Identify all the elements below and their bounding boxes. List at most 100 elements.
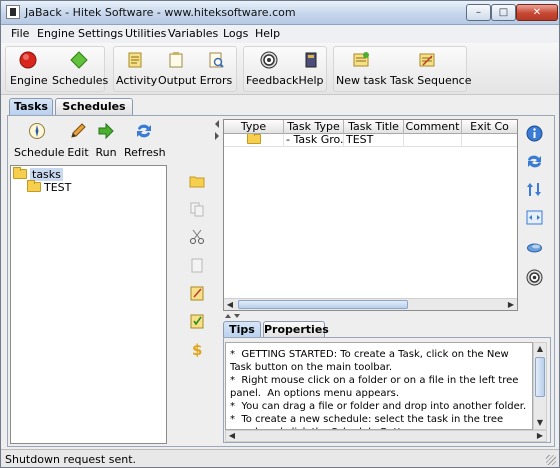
collapse-right-icon[interactable] [213,130,221,142]
refresh-button[interactable]: Refresh [124,122,166,159]
schedule-button[interactable]: Schedule [14,122,65,159]
toolbar-group-tasks: New task Task Sequence [333,46,472,92]
cell-task-title: TEST [344,134,404,147]
resize-grip-icon[interactable] [546,455,556,465]
tips-text-area[interactable]: * GETTING STARTED: To create a Task, cli… [225,342,533,430]
help-book-icon [305,52,317,68]
maximize-button[interactable]: □ [491,4,516,21]
edit-label: Edit [67,146,89,159]
eraser-icon[interactable] [526,239,543,256]
column-header-task-type[interactable]: Task Type [284,120,344,134]
errors-search-icon [209,52,224,68]
vertical-splitter-icon[interactable] [223,312,243,320]
menu-engine[interactable]: Engine [37,27,75,40]
column-header-comment[interactable]: Comment [404,120,462,134]
feedback-ring-icon [260,51,278,69]
help-button[interactable]: Help [298,51,324,91]
scroll-right-icon[interactable]: ▶ [535,431,545,441]
schedules-button[interactable]: Schedules [52,51,109,91]
sort-arrows-icon[interactable] [526,181,543,198]
menu-utilities[interactable]: Utilities [125,27,166,40]
info-icon[interactable] [526,125,543,142]
tips-vertical-scrollbar[interactable]: ▲ ▼ [533,342,547,430]
tab-properties[interactable]: Properties [263,321,329,338]
errors-button[interactable]: Errors [198,51,234,91]
activity-log-icon [128,52,142,68]
toolbar-group-logs: Activity Output Errors [113,46,237,92]
close-button[interactable]: ✕ [516,4,558,21]
table-horizontal-scrollbar[interactable]: ◀ ▶ [224,298,517,310]
minimize-button[interactable]: – [466,4,491,21]
run-button[interactable]: Run [94,122,118,159]
schedule-label: Schedule [14,146,65,159]
table-row[interactable]: - Task Gro... TEST [224,134,517,147]
cell-task-type: - Task Gro... [286,134,344,147]
cell-type [224,134,284,147]
split-pane-divider[interactable] [213,118,221,446]
task-tree-toolbar: Schedule Edit Run Refresh [10,118,167,164]
fit-width-icon[interactable] [526,209,543,226]
checklist-icon[interactable] [189,313,205,329]
feedback-label: Feedback [246,74,299,87]
menu-file[interactable]: File [11,27,29,40]
scroll-left-icon[interactable]: ◀ [227,431,237,441]
pencil-icon [71,123,86,138]
scrollbar-thumb[interactable] [238,300,408,309]
scroll-right-icon[interactable]: ▶ [506,300,516,310]
scroll-left-icon[interactable]: ◀ [225,300,235,310]
copy-icon[interactable] [189,201,205,217]
refresh-icon[interactable] [526,153,543,170]
new-folder-icon[interactable] [189,173,205,189]
tree-node-tasks[interactable]: tasks [13,167,63,181]
scroll-up-icon[interactable]: ▲ [535,344,545,354]
toolbar-group-engine: Engine Schedules [5,46,109,92]
task-tree[interactable]: tasks TEST [10,165,167,444]
menu-logs[interactable]: Logs [223,27,248,40]
dollar-variables-icon[interactable]: $ [189,341,205,357]
collapse-left-icon[interactable] [213,118,221,130]
menu-bar: File Engine Settings Utilities Variables… [1,25,559,43]
engine-label: Engine [10,74,48,87]
scrollbar-thumb[interactable] [535,357,545,397]
output-label: Output [158,74,197,87]
tab-tips[interactable]: Tips [223,321,261,338]
tab-tasks[interactable]: Tasks [9,98,53,115]
activity-button[interactable]: Activity [116,51,157,91]
cut-icon[interactable] [189,229,205,245]
refresh-label: Refresh [124,146,166,159]
app-window: JaBack - Hitek Software - www.hiteksoftw… [0,0,560,468]
output-button[interactable]: Output [158,51,197,91]
refresh-icon [137,124,151,138]
task-table[interactable]: Type Task Type Task Title Comment Exit C… [223,119,518,311]
schedules-label: Schedules [52,74,109,87]
green-diamond-icon [70,51,88,69]
new-task-button[interactable]: New task [336,51,387,91]
menu-help[interactable]: Help [255,27,280,40]
compass-icon [29,123,45,139]
new-task-icon [353,52,369,67]
feedback-button[interactable]: Feedback [246,51,299,91]
scroll-down-icon[interactable]: ▼ [535,418,545,428]
run-label: Run [95,146,117,159]
engine-button[interactable]: Engine [10,51,48,91]
tab-schedules[interactable]: Schedules [55,98,133,115]
tree-node-test-label: TEST [44,181,72,194]
menu-variables[interactable]: Variables [168,27,218,40]
edit-properties-icon[interactable] [189,285,205,301]
column-header-exit-code[interactable]: Exit Co [462,120,517,134]
cell-exit-code [462,134,517,147]
new-task-label: New task [336,74,387,87]
edit-button[interactable]: Edit [66,122,90,159]
tips-content: * GETTING STARTED: To create a Task, cli… [230,349,527,429]
tips-horizontal-scrollbar[interactable]: ◀ ▶ [225,430,547,442]
column-header-task-title[interactable]: Task Title [344,120,404,134]
toolbar-group-help: Feedback Help [243,46,327,92]
column-header-type[interactable]: Type [224,120,284,134]
menu-settings[interactable]: Settings [78,27,123,40]
tree-node-test[interactable]: TEST [27,180,72,194]
paste-icon[interactable] [189,257,205,273]
task-sequence-button[interactable]: Task Sequence [390,51,472,91]
task-sequence-icon [419,53,435,67]
target-ring-icon[interactable] [526,269,543,286]
app-icon [6,5,20,19]
